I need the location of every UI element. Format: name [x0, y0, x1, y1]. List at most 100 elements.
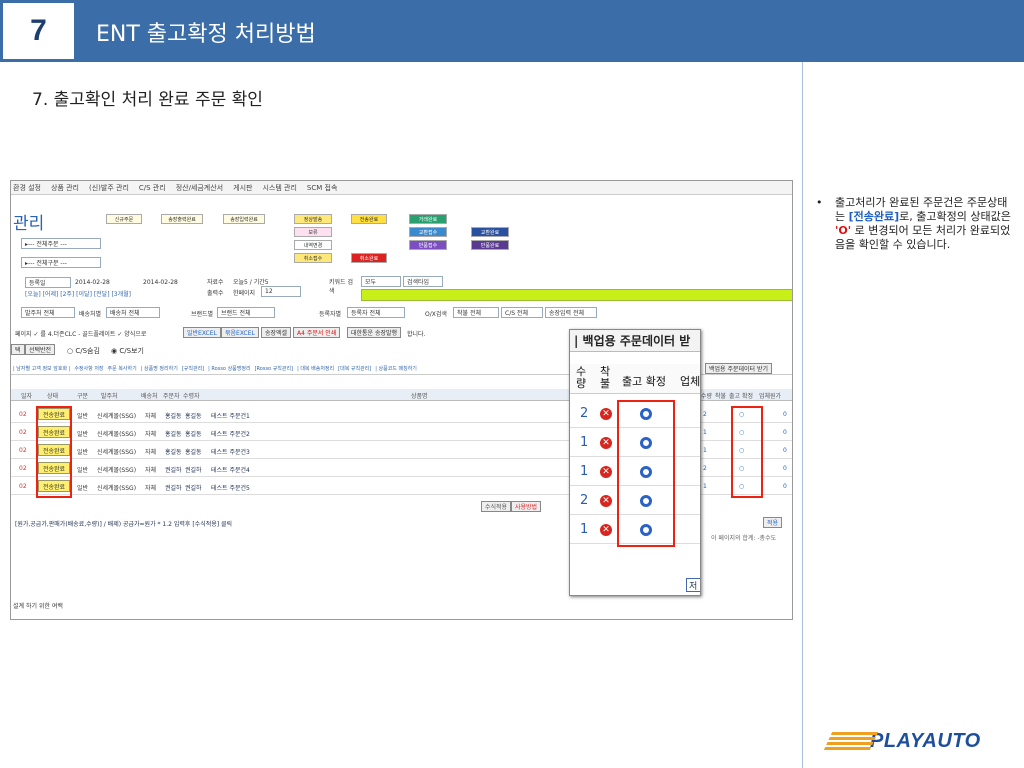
cs-hide-radio[interactable]: ○ C/S숨김 [67, 346, 100, 356]
cs-select[interactable]: C/S 전체 [501, 307, 543, 318]
register-label: 등록자별 [319, 311, 342, 318]
flow-box[interactable]: 취소접수 [294, 253, 332, 263]
row-shipper: 자체 [145, 467, 157, 474]
action-link[interactable]: [대복 규칙관리] [338, 365, 371, 372]
row-product[interactable]: 테스트 주문건3 [211, 447, 250, 456]
row-shipper: 자체 [145, 413, 157, 420]
bottom-note: 설계 하기 위한 여백 [13, 603, 63, 610]
row-qty: 1 [703, 483, 707, 490]
action-link[interactable]: 주문 복사하기 [108, 365, 137, 372]
brand-select[interactable]: 브랜드 전체 [217, 307, 275, 318]
col-orderer: 발주처 [101, 393, 118, 400]
usage-button[interactable]: 사용방법 [511, 501, 542, 512]
row-receiver: 홍길동 [185, 449, 202, 456]
flow-box[interactable]: 교환접수 [409, 227, 447, 237]
keyword-input[interactable] [361, 289, 792, 301]
shipper-select[interactable]: 배송처 전체 [106, 307, 160, 318]
row-receiver: 권길하 [185, 467, 202, 474]
invoice-select[interactable]: 송장입력 전체 [545, 307, 597, 318]
invoice-excel-button[interactable]: 송장엑셀 [261, 327, 292, 338]
type-select[interactable]: ▸--- 전체구분 --- [21, 257, 101, 268]
menu-item[interactable]: 정산/세금계산서 [176, 183, 223, 193]
flow-box[interactable]: 정상발송 [294, 214, 332, 224]
action-link[interactable]: [규칙관리] [182, 365, 204, 372]
order-select[interactable]: ▸--- 전체주문 --- [21, 238, 101, 249]
search-type-select[interactable]: 검색타입 [403, 276, 443, 287]
cod-select[interactable]: 착불 전체 [453, 307, 499, 318]
menu-item[interactable]: C/S 관리 [139, 183, 166, 193]
backup-download-button[interactable]: 백업용 주문데이터 받기 [705, 363, 773, 374]
menu-item[interactable]: 시스템 관리 [262, 183, 296, 193]
date-to[interactable]: 2014-02-28 [143, 279, 178, 286]
zoom-col-qty: 수량 [576, 365, 587, 390]
col-cod: 착불 [715, 393, 727, 400]
invert-select-button[interactable]: 선택반전 [25, 344, 56, 355]
flow-box[interactable]: 송장출력완료 [161, 214, 203, 224]
a4-print-button[interactable]: A4 주문서 인쇄 [293, 327, 341, 338]
action-link[interactable]: | 상품명 정리하기 [141, 365, 178, 372]
row-orderer: 신세계몰(SSG) [97, 413, 137, 420]
row-product[interactable]: 테스트 주문건5 [211, 483, 250, 492]
apply-button[interactable]: 적용 [763, 517, 783, 528]
flow-box[interactable]: 거래완료 [409, 214, 447, 224]
formula-hint[interactable]: [원가,공급가,판매가(배송료,수량)] / 배제) 공급가=원가 * 1.2 … [15, 519, 232, 528]
register-select[interactable]: 등록자 전체 [347, 307, 405, 318]
date-from[interactable]: 2014-02-28 [75, 279, 110, 286]
logo-stripes-icon [823, 732, 879, 750]
section-number: 7 [0, 0, 77, 62]
flow-box[interactable]: 송장입력완료 [223, 214, 265, 224]
action-link[interactable]: | Rosso 상품명정리 [208, 365, 250, 372]
action-link[interactable]: 수정사항 저장 [74, 365, 103, 372]
menu-item[interactable]: 상품 관리 [51, 183, 79, 193]
action-link[interactable]: | 남자별 고객 정보 암호화 | [13, 365, 70, 372]
cs-show-radio[interactable]: ◉ C/S보기 [111, 346, 144, 356]
row-receiver: 권길하 [185, 485, 202, 492]
col-qty: 수량 [701, 393, 713, 400]
confirm-highlight-box [731, 406, 763, 498]
brand-label: 브랜드별 [191, 311, 214, 318]
row-product[interactable]: 테스트 주문건1 [211, 411, 250, 420]
keyword-label: 키워드 검색 [329, 279, 353, 295]
action-link[interactable]: | 대복 배송처정리 [297, 365, 334, 372]
flow-box[interactable]: 신규주문 [106, 214, 142, 224]
zoom-bottom-button[interactable]: 저 [686, 578, 700, 592]
date-type-select[interactable]: 등록일 [25, 277, 71, 288]
action-link[interactable]: | 상품코드 매칭하기 [375, 365, 417, 372]
flow-box[interactable]: 취소완료 [351, 253, 387, 263]
menu-item[interactable]: (신)발주 관리 [89, 183, 129, 193]
cj-invoice-button[interactable]: 대한통운 송장발행 [347, 327, 402, 338]
flow-box[interactable]: 교환완료 [471, 227, 509, 237]
bundle-excel-button[interactable]: 묶음EXCEL [221, 327, 259, 338]
row-cost: 0 [783, 429, 787, 436]
keyword-select[interactable]: 모두 [361, 276, 401, 287]
flow-box[interactable]: 내역변경 [294, 240, 332, 250]
row-cost: 0 [783, 447, 787, 454]
date-quick-links[interactable]: [오늘] [어제] [2주] [이달] [전달] [3개월] [25, 289, 131, 298]
flow-box[interactable]: 반품완료 [471, 240, 509, 250]
col-status: 상태 [47, 393, 59, 400]
orderer-select[interactable]: 발주처 전체 [21, 307, 75, 318]
row-date: 02 [19, 429, 27, 436]
action-link[interactable]: [Rosso 규칙관리] [255, 365, 293, 372]
row-type: 일반 [77, 413, 89, 420]
collect-label: 자료수 [207, 279, 224, 286]
row-product[interactable]: 테스트 주문건4 [211, 465, 250, 474]
menu-item[interactable]: 게시판 [233, 183, 252, 193]
flow-box[interactable]: 반품접수 [409, 240, 447, 250]
apply-formula-button[interactable]: 수식적용 [481, 501, 512, 512]
row-buyer: 권길하 [165, 467, 182, 474]
per-page-select[interactable]: 12 [261, 286, 301, 297]
flow-box[interactable]: 전송완료 [351, 214, 387, 224]
col-buyer: 주문자 [163, 393, 180, 400]
row-product[interactable]: 테스트 주문건2 [211, 429, 250, 438]
select-button[interactable]: 택 [11, 344, 25, 355]
menu-item[interactable]: 환경 설정 [13, 183, 41, 193]
flow-box[interactable]: 보류 [294, 227, 332, 237]
row-qty: 2 [703, 411, 707, 418]
menu-item[interactable]: SCM 접속 [307, 183, 337, 193]
slide-header: 7 ENT 출고확정 처리방법 [0, 0, 1024, 62]
zoom-confirm-highlight-box [617, 400, 675, 547]
cs-show-label: C/S보기 [119, 347, 144, 355]
row-qty: 1 [703, 429, 707, 436]
excel-button[interactable]: 일반EXCEL [183, 327, 221, 338]
